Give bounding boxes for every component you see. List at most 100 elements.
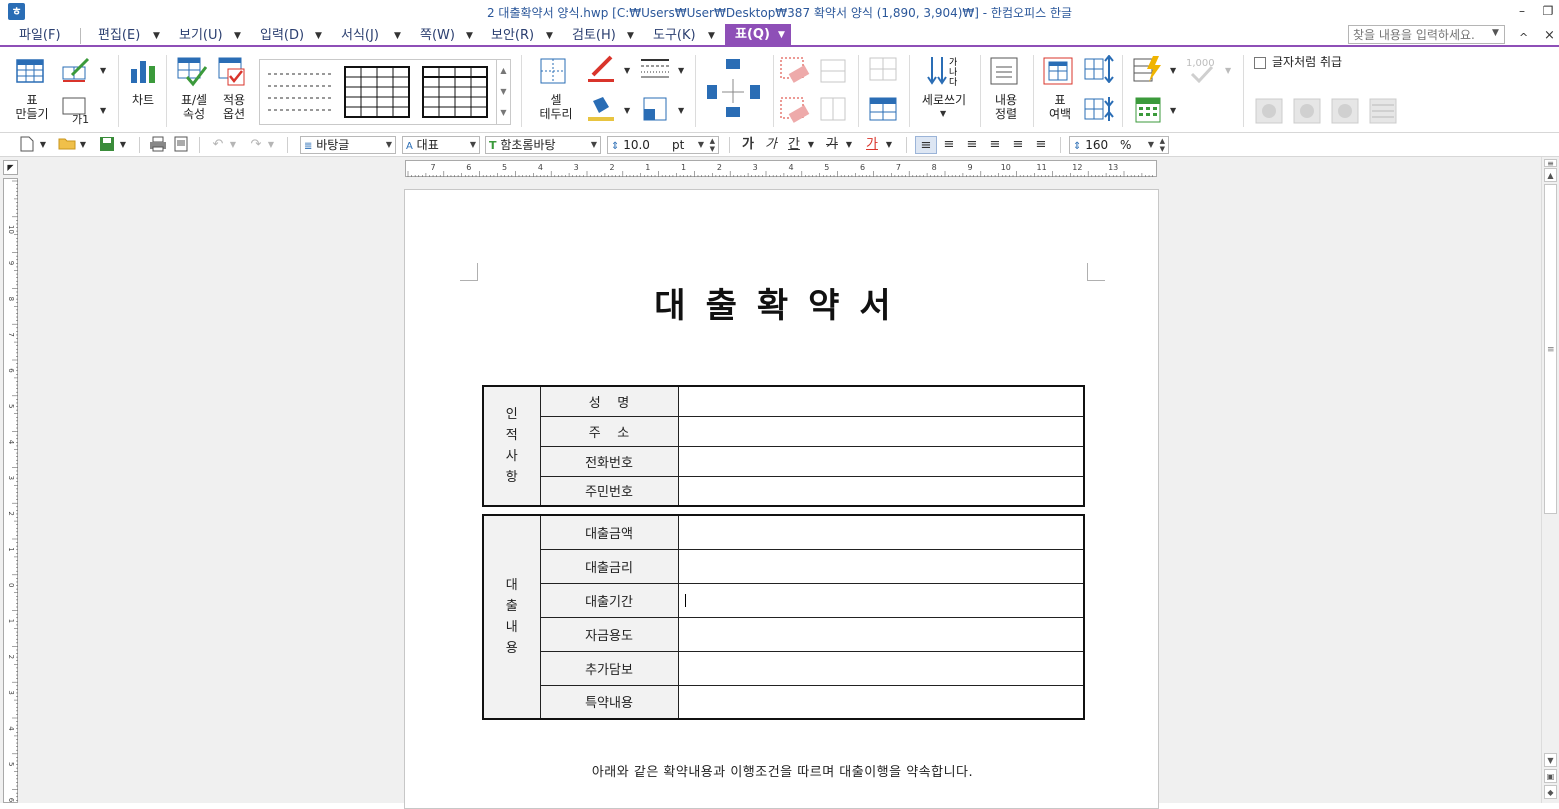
bold-button[interactable]: 가 xyxy=(738,136,758,154)
label-cell-phone[interactable]: 전화번호 xyxy=(539,445,679,477)
menu-security-dropdown-icon[interactable]: ▼ xyxy=(546,26,553,46)
erase-cell-icon[interactable] xyxy=(780,97,810,128)
table-cell-properties-icon[interactable] xyxy=(177,57,208,90)
label-cell-special-terms[interactable]: 특약내용 xyxy=(539,684,679,720)
commitment-statement[interactable]: 아래와 같은 확약내용과 이행조건을 따르며 대출이행을 약속합니다. xyxy=(405,761,1160,780)
value-cell-fund-use[interactable] xyxy=(677,616,1085,652)
apply-options-icon[interactable] xyxy=(218,57,248,90)
quick-calc-icon[interactable] xyxy=(1133,55,1163,86)
border-color-brush-icon[interactable] xyxy=(587,55,615,86)
new-document-icon[interactable] xyxy=(16,136,38,154)
open-folder-icon[interactable] xyxy=(56,136,78,154)
vertical-text-button[interactable]: 세로쓰기 xyxy=(918,93,970,107)
redo-dropdown-icon[interactable]: ▼ xyxy=(266,136,276,154)
strikethrough-dropdown-icon[interactable]: ▼ xyxy=(844,136,854,154)
label-cell-resident-number[interactable]: 주민번호 xyxy=(539,475,679,507)
personal-group-cell[interactable]: 인 적 사 항 xyxy=(482,385,541,507)
ribbon-collapse-icon[interactable]: ^ xyxy=(1519,31,1528,44)
scroll-up-icon[interactable]: ▲ xyxy=(1544,168,1557,182)
undo-dropdown-icon[interactable]: ▼ xyxy=(228,136,238,154)
menu-format-dropdown-icon[interactable]: ▼ xyxy=(394,26,401,46)
table-grid-icon[interactable] xyxy=(16,57,44,88)
personal-info-table[interactable]: 인 적 사 항 성 명 주 소 전화번호 주민번호 xyxy=(482,385,1085,507)
close-document-icon[interactable]: × xyxy=(1544,28,1555,43)
menu-page[interactable]: 쪽(W) xyxy=(420,26,455,46)
minimize-button[interactable]: – xyxy=(1512,2,1532,20)
table-margin-icon[interactable] xyxy=(1043,57,1073,88)
search-dropdown-icon[interactable]: ▼ xyxy=(1492,28,1499,38)
table-row[interactable]: 대 출 내 용 대출금액 xyxy=(482,514,1085,720)
cell-shade-dropdown-icon[interactable]: ▼ xyxy=(678,106,684,115)
open-dropdown-icon[interactable]: ▼ xyxy=(78,136,88,154)
table-row[interactable]: 특약내용 xyxy=(483,684,1085,720)
value-cell-collateral[interactable] xyxy=(677,650,1085,686)
menu-file[interactable]: 파일(F) xyxy=(19,26,61,46)
line-spacing-combo[interactable]: ⇕ 160 % ▼ ▲ ▼ xyxy=(1069,136,1169,154)
table-style-grid-header[interactable] xyxy=(422,66,488,121)
vertical-text-dropdown-icon[interactable]: ▼ xyxy=(940,109,946,118)
next-page-icon[interactable]: ◆ xyxy=(1544,785,1557,799)
value-cell-name[interactable] xyxy=(677,385,1085,417)
vertical-text-icon[interactable]: 가나다 xyxy=(927,55,961,90)
menu-edit-dropdown-icon[interactable]: ▼ xyxy=(153,26,160,46)
value-cell-loan-period[interactable] xyxy=(677,582,1085,618)
col-height-adjust-icon[interactable] xyxy=(1084,95,1114,126)
text-box-dropdown-icon[interactable]: ▼ xyxy=(100,106,106,115)
menu-review-dropdown-icon[interactable]: ▼ xyxy=(627,26,634,46)
align-distribute-icon[interactable]: ≡ xyxy=(1007,136,1029,154)
loan-details-table[interactable]: 대 출 내 용 대출금액 대출금리 대출기간 자금용도 추가담보 특약내용 xyxy=(482,514,1085,720)
table-row[interactable]: 주 소 xyxy=(483,415,1085,447)
align-justify-icon[interactable]: ≡ xyxy=(915,136,937,154)
label-cell-name[interactable]: 성 명 xyxy=(539,385,679,417)
value-cell-loan-amount[interactable] xyxy=(677,514,1085,550)
value-cell-phone[interactable] xyxy=(677,445,1085,477)
loan-group-cell[interactable]: 대 출 내 용 xyxy=(482,514,541,720)
value-cell-resident-number[interactable] xyxy=(677,475,1085,507)
align-left-icon[interactable]: ≡ xyxy=(938,136,960,154)
table-style-dashed[interactable] xyxy=(266,68,334,119)
align-division-icon[interactable]: ≡ xyxy=(1030,136,1052,154)
table-row[interactable]: 주민번호 xyxy=(483,475,1085,507)
cell-fill-bucket-icon[interactable] xyxy=(587,95,615,126)
scroll-down-icon[interactable]: ▼ xyxy=(1544,753,1557,767)
label-cell-collateral[interactable]: 추가담보 xyxy=(539,650,679,686)
style-dropdown-icon[interactable]: ▼ xyxy=(386,137,392,153)
redo-icon[interactable]: ↷ xyxy=(246,136,266,154)
print-icon[interactable] xyxy=(148,136,168,154)
insert-cells-icon[interactable] xyxy=(706,55,764,128)
menu-review[interactable]: 검토(H) xyxy=(572,26,616,46)
quick-calc-dropdown-icon[interactable]: ▼ xyxy=(1170,66,1176,75)
row-height-adjust-icon[interactable] xyxy=(1084,54,1114,86)
italic-button[interactable]: 가 xyxy=(761,136,781,154)
menu-page-dropdown-icon[interactable]: ▼ xyxy=(466,26,473,46)
restore-button[interactable]: ❐ xyxy=(1538,2,1558,20)
table-row[interactable]: 대출금리 xyxy=(483,548,1085,584)
apply-options-button[interactable]: 적용 옵션 xyxy=(216,93,252,121)
font-color-dropdown-icon[interactable]: ▼ xyxy=(884,136,894,154)
value-cell-loan-rate[interactable] xyxy=(677,548,1085,584)
language-dropdown-icon[interactable]: ▼ xyxy=(470,137,476,153)
font-color-button[interactable]: 가 xyxy=(862,136,882,154)
cell-border-icon[interactable] xyxy=(539,57,567,88)
align-content-icon[interactable] xyxy=(990,57,1018,88)
font-size-dropdown-icon[interactable]: ▼ xyxy=(698,137,704,153)
table-row[interactable]: 대출기간 xyxy=(483,582,1085,618)
table-style-gallery[interactable]: ▲ ▼ ▼ xyxy=(259,59,511,125)
font-dropdown-icon[interactable]: ▼ xyxy=(591,137,597,153)
make-table-button[interactable]: 표 만들기 xyxy=(10,93,54,121)
gallery-scroll-icon[interactable]: ▲ ▼ ▼ xyxy=(496,60,510,124)
line-spacing-spin-icon[interactable]: ▲ ▼ xyxy=(1160,137,1165,153)
menu-view[interactable]: 보기(U) xyxy=(179,26,223,46)
menu-security[interactable]: 보안(R) xyxy=(491,26,534,46)
menu-format[interactable]: 서식(J) xyxy=(341,26,379,46)
table-row[interactable]: 추가담보 xyxy=(483,650,1085,686)
align-content-button[interactable]: 내용 정렬 xyxy=(986,93,1026,121)
border-line-dropdown-icon[interactable]: ▼ xyxy=(678,66,684,75)
cell-width-equal-icon[interactable] xyxy=(869,97,897,126)
split-view-icon[interactable]: ≡ xyxy=(1544,159,1557,168)
search-input[interactable] xyxy=(1348,25,1505,44)
formula-icon[interactable] xyxy=(1135,97,1161,126)
vertical-ruler[interactable]: 10 9 8 7 6 5 4 3 2 1 0 1 2 3 4 5 6 xyxy=(3,178,18,803)
underline-dropdown-icon[interactable]: ▼ xyxy=(806,136,816,154)
save-dropdown-icon[interactable]: ▼ xyxy=(118,136,128,154)
